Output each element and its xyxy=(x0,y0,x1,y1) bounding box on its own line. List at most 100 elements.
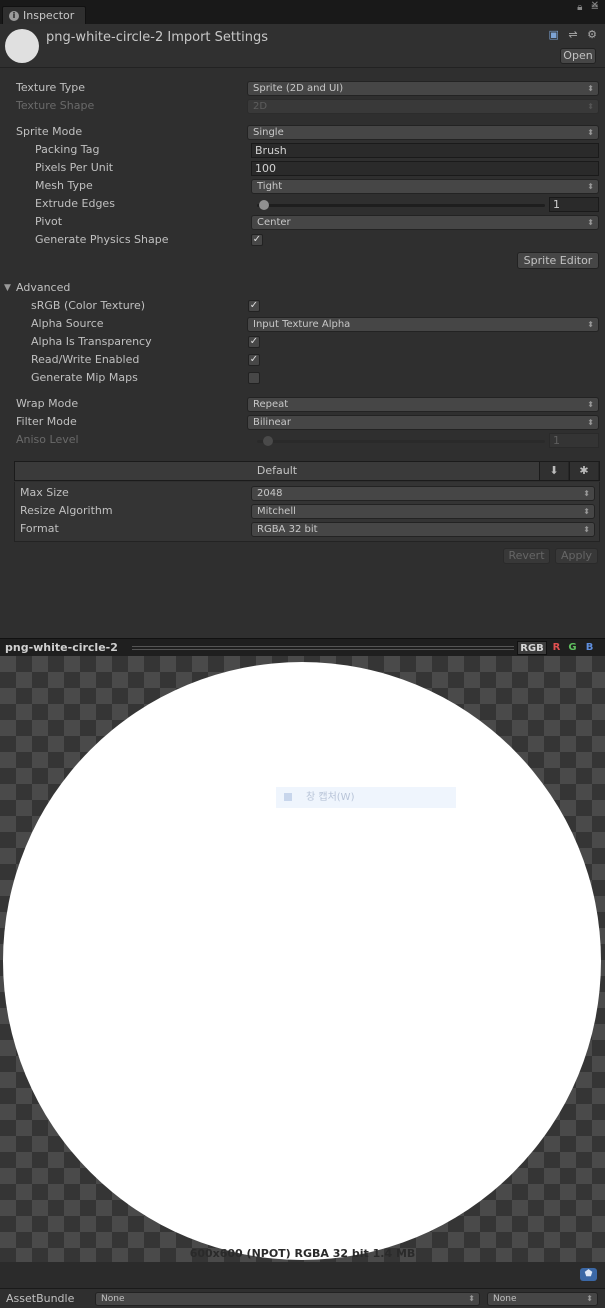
filter-mode-dropdown[interactable]: Bilinear ⬍ xyxy=(247,415,599,430)
alpha-is-transparency-label: Alpha Is Transparency xyxy=(31,335,152,348)
read-write-checkbox[interactable]: ✓ xyxy=(248,354,260,366)
format-dropdown[interactable]: RGBA 32 bit ⬍ xyxy=(251,522,595,537)
dropdown-arrow-icon: ⬍ xyxy=(583,525,590,534)
preview-header[interactable]: png-white-circle-2 RGB R G B xyxy=(0,638,605,656)
texture-type-value: Sprite (2D and UI) xyxy=(253,83,344,94)
pixels-per-unit-label: Pixels Per Unit xyxy=(35,161,114,174)
max-size-label: Max Size xyxy=(20,486,69,499)
extrude-edges-input[interactable]: 1 xyxy=(549,197,599,212)
tab-standalone-download-icon[interactable]: ⬇ xyxy=(539,462,568,480)
dropdown-arrow-icon: ⬍ xyxy=(587,128,594,137)
aniso-level-input: 1 xyxy=(549,433,599,448)
extrude-edges-label: Extrude Edges xyxy=(35,197,115,210)
filter-mode-value: Bilinear xyxy=(253,417,291,428)
sprite-mode-label: Sprite Mode xyxy=(16,125,83,138)
revert-button[interactable]: Revert xyxy=(503,548,550,564)
row-alpha-is-transparency: Alpha Is Transparency ✓ xyxy=(0,334,605,352)
preset-icon[interactable]: ⇌ xyxy=(568,28,577,41)
row-pixels-per-unit: Pixels Per Unit 100 xyxy=(0,160,605,178)
import-settings-header: png-white-circle-2 Import Settings ▣ ⇌ ⚙… xyxy=(0,24,605,68)
header-icons: ▣ ⇌ ⚙ xyxy=(543,28,598,41)
texture-shape-dropdown: 2D ⬍ xyxy=(247,99,599,114)
aniso-level-label: Aniso Level xyxy=(16,433,79,446)
pixels-per-unit-input[interactable]: 100 xyxy=(251,161,599,176)
window-tab-bar: i Inspector 🔒︎ ≡ ✕ xyxy=(0,0,605,24)
resize-algorithm-dropdown[interactable]: Mitchell ⬍ xyxy=(251,504,595,519)
help-book-icon[interactable]: ▣ xyxy=(549,28,559,41)
resize-algorithm-value: Mitchell xyxy=(257,506,296,517)
row-mesh-type: Mesh Type Tight ⬍ xyxy=(0,178,605,196)
generate-physics-shape-label: Generate Physics Shape xyxy=(35,233,169,246)
gear-icon[interactable]: ⚙ xyxy=(587,28,597,41)
srgb-label: sRGB (Color Texture) xyxy=(31,299,146,312)
mip-maps-checkbox[interactable] xyxy=(248,372,260,384)
pivot-value: Center xyxy=(257,217,291,228)
row-pivot: Pivot Center ⬍ xyxy=(0,214,605,232)
max-size-dropdown[interactable]: 2048 ⬍ xyxy=(251,486,595,501)
tab-inspector[interactable]: i Inspector xyxy=(2,6,86,24)
alpha-is-transparency-checkbox[interactable]: ✓ xyxy=(248,336,260,348)
row-wrap-mode: Wrap Mode Repeat ⬍ xyxy=(0,396,605,414)
tab-default[interactable]: Default xyxy=(15,462,539,480)
row-srgb: sRGB (Color Texture) ✓ xyxy=(0,298,605,316)
channel-b-button[interactable]: B xyxy=(583,641,596,655)
pivot-dropdown[interactable]: Center ⬍ xyxy=(251,215,599,230)
row-sprite-mode: Sprite Mode Single ⬍ xyxy=(0,124,605,142)
dropdown-arrow-icon: ⬍ xyxy=(587,84,594,93)
format-value: RGBA 32 bit xyxy=(257,524,318,535)
row-mip-maps: Generate Mip Maps xyxy=(0,370,605,388)
generate-physics-shape-checkbox[interactable]: ✓ xyxy=(251,234,263,246)
asset-bundle-variant-dropdown[interactable]: None ⬍ xyxy=(487,1292,598,1306)
tab-inspector-label: Inspector xyxy=(23,9,75,22)
info-icon: i xyxy=(9,11,19,21)
row-aniso-level: Aniso Level 1 xyxy=(0,432,605,450)
inspector-panel: png-white-circle-2 Import Settings ▣ ⇌ ⚙… xyxy=(0,24,605,638)
wrap-mode-dropdown[interactable]: Repeat ⬍ xyxy=(247,397,599,412)
dropdown-arrow-icon: ⬍ xyxy=(587,418,594,427)
advanced-foldout[interactable]: ▼ Advanced xyxy=(0,280,605,298)
tab-android-icon[interactable]: ✱ xyxy=(569,462,598,480)
sprite-mode-dropdown[interactable]: Single ⬍ xyxy=(247,125,599,140)
dropdown-arrow-icon: ⬍ xyxy=(587,182,594,191)
capture-icon xyxy=(284,793,292,801)
channel-r-button[interactable]: R xyxy=(550,641,563,655)
row-alpha-source: Alpha Source Input Texture Alpha ⬍ xyxy=(0,316,605,334)
preview-footer-strip xyxy=(0,1262,605,1288)
sprite-editor-button[interactable]: Sprite Editor xyxy=(517,252,599,269)
dropdown-arrow-icon: ⬍ xyxy=(583,489,590,498)
alpha-source-value: Input Texture Alpha xyxy=(253,319,351,330)
wrap-mode-value: Repeat xyxy=(253,399,289,410)
row-packing-tag: Packing Tag Brush xyxy=(0,142,605,160)
row-read-write: Read/Write Enabled ✓ xyxy=(0,352,605,370)
preview-title: png-white-circle-2 xyxy=(5,641,118,654)
asset-bundle-name-value: None xyxy=(101,1294,125,1304)
window-capture-text: 창 캡처(W) xyxy=(306,792,355,803)
mesh-type-dropdown[interactable]: Tight ⬍ xyxy=(251,179,599,194)
apply-button[interactable]: Apply xyxy=(555,548,598,564)
srgb-checkbox[interactable]: ✓ xyxy=(248,300,260,312)
mip-maps-label: Generate Mip Maps xyxy=(31,371,138,384)
row-texture-shape: Texture Shape 2D ⬍ xyxy=(0,98,605,116)
texture-type-dropdown[interactable]: Sprite (2D and UI) ⬍ xyxy=(247,81,599,96)
close-icon[interactable]: ✕ xyxy=(591,0,599,11)
texture-shape-label: Texture Shape xyxy=(16,99,95,112)
asset-bundle-name-dropdown[interactable]: None ⬍ xyxy=(95,1292,480,1306)
open-button[interactable]: Open xyxy=(560,48,596,64)
asset-bundle-variant-value: None xyxy=(493,1294,517,1304)
resize-algorithm-label: Resize Algorithm xyxy=(20,504,113,517)
pivot-label: Pivot xyxy=(35,215,63,228)
texture-info-text: 600x600 (NPOT) RGBA 32 bit 1.4 MB xyxy=(189,1247,416,1260)
packing-tag-input[interactable]: Brush xyxy=(251,143,599,158)
lock-icon[interactable]: 🔒︎ xyxy=(577,2,582,13)
asset-label-tag-icon[interactable]: ⬟ xyxy=(580,1268,597,1281)
row-resize-algorithm: Resize Algorithm Mitchell ⬍ xyxy=(0,503,605,521)
extrude-edges-slider-handle[interactable] xyxy=(259,200,269,210)
row-filter-mode: Filter Mode Bilinear ⬍ xyxy=(0,414,605,432)
extrude-edges-slider[interactable] xyxy=(257,204,545,207)
texture-type-label: Texture Type xyxy=(16,81,86,94)
row-extrude-edges: Extrude Edges 1 xyxy=(0,196,605,214)
preview-drag-handle[interactable] xyxy=(132,646,514,650)
channel-rgb-button[interactable]: RGB xyxy=(517,641,547,655)
alpha-source-dropdown[interactable]: Input Texture Alpha ⬍ xyxy=(247,317,599,332)
channel-g-button[interactable]: G xyxy=(566,641,579,655)
